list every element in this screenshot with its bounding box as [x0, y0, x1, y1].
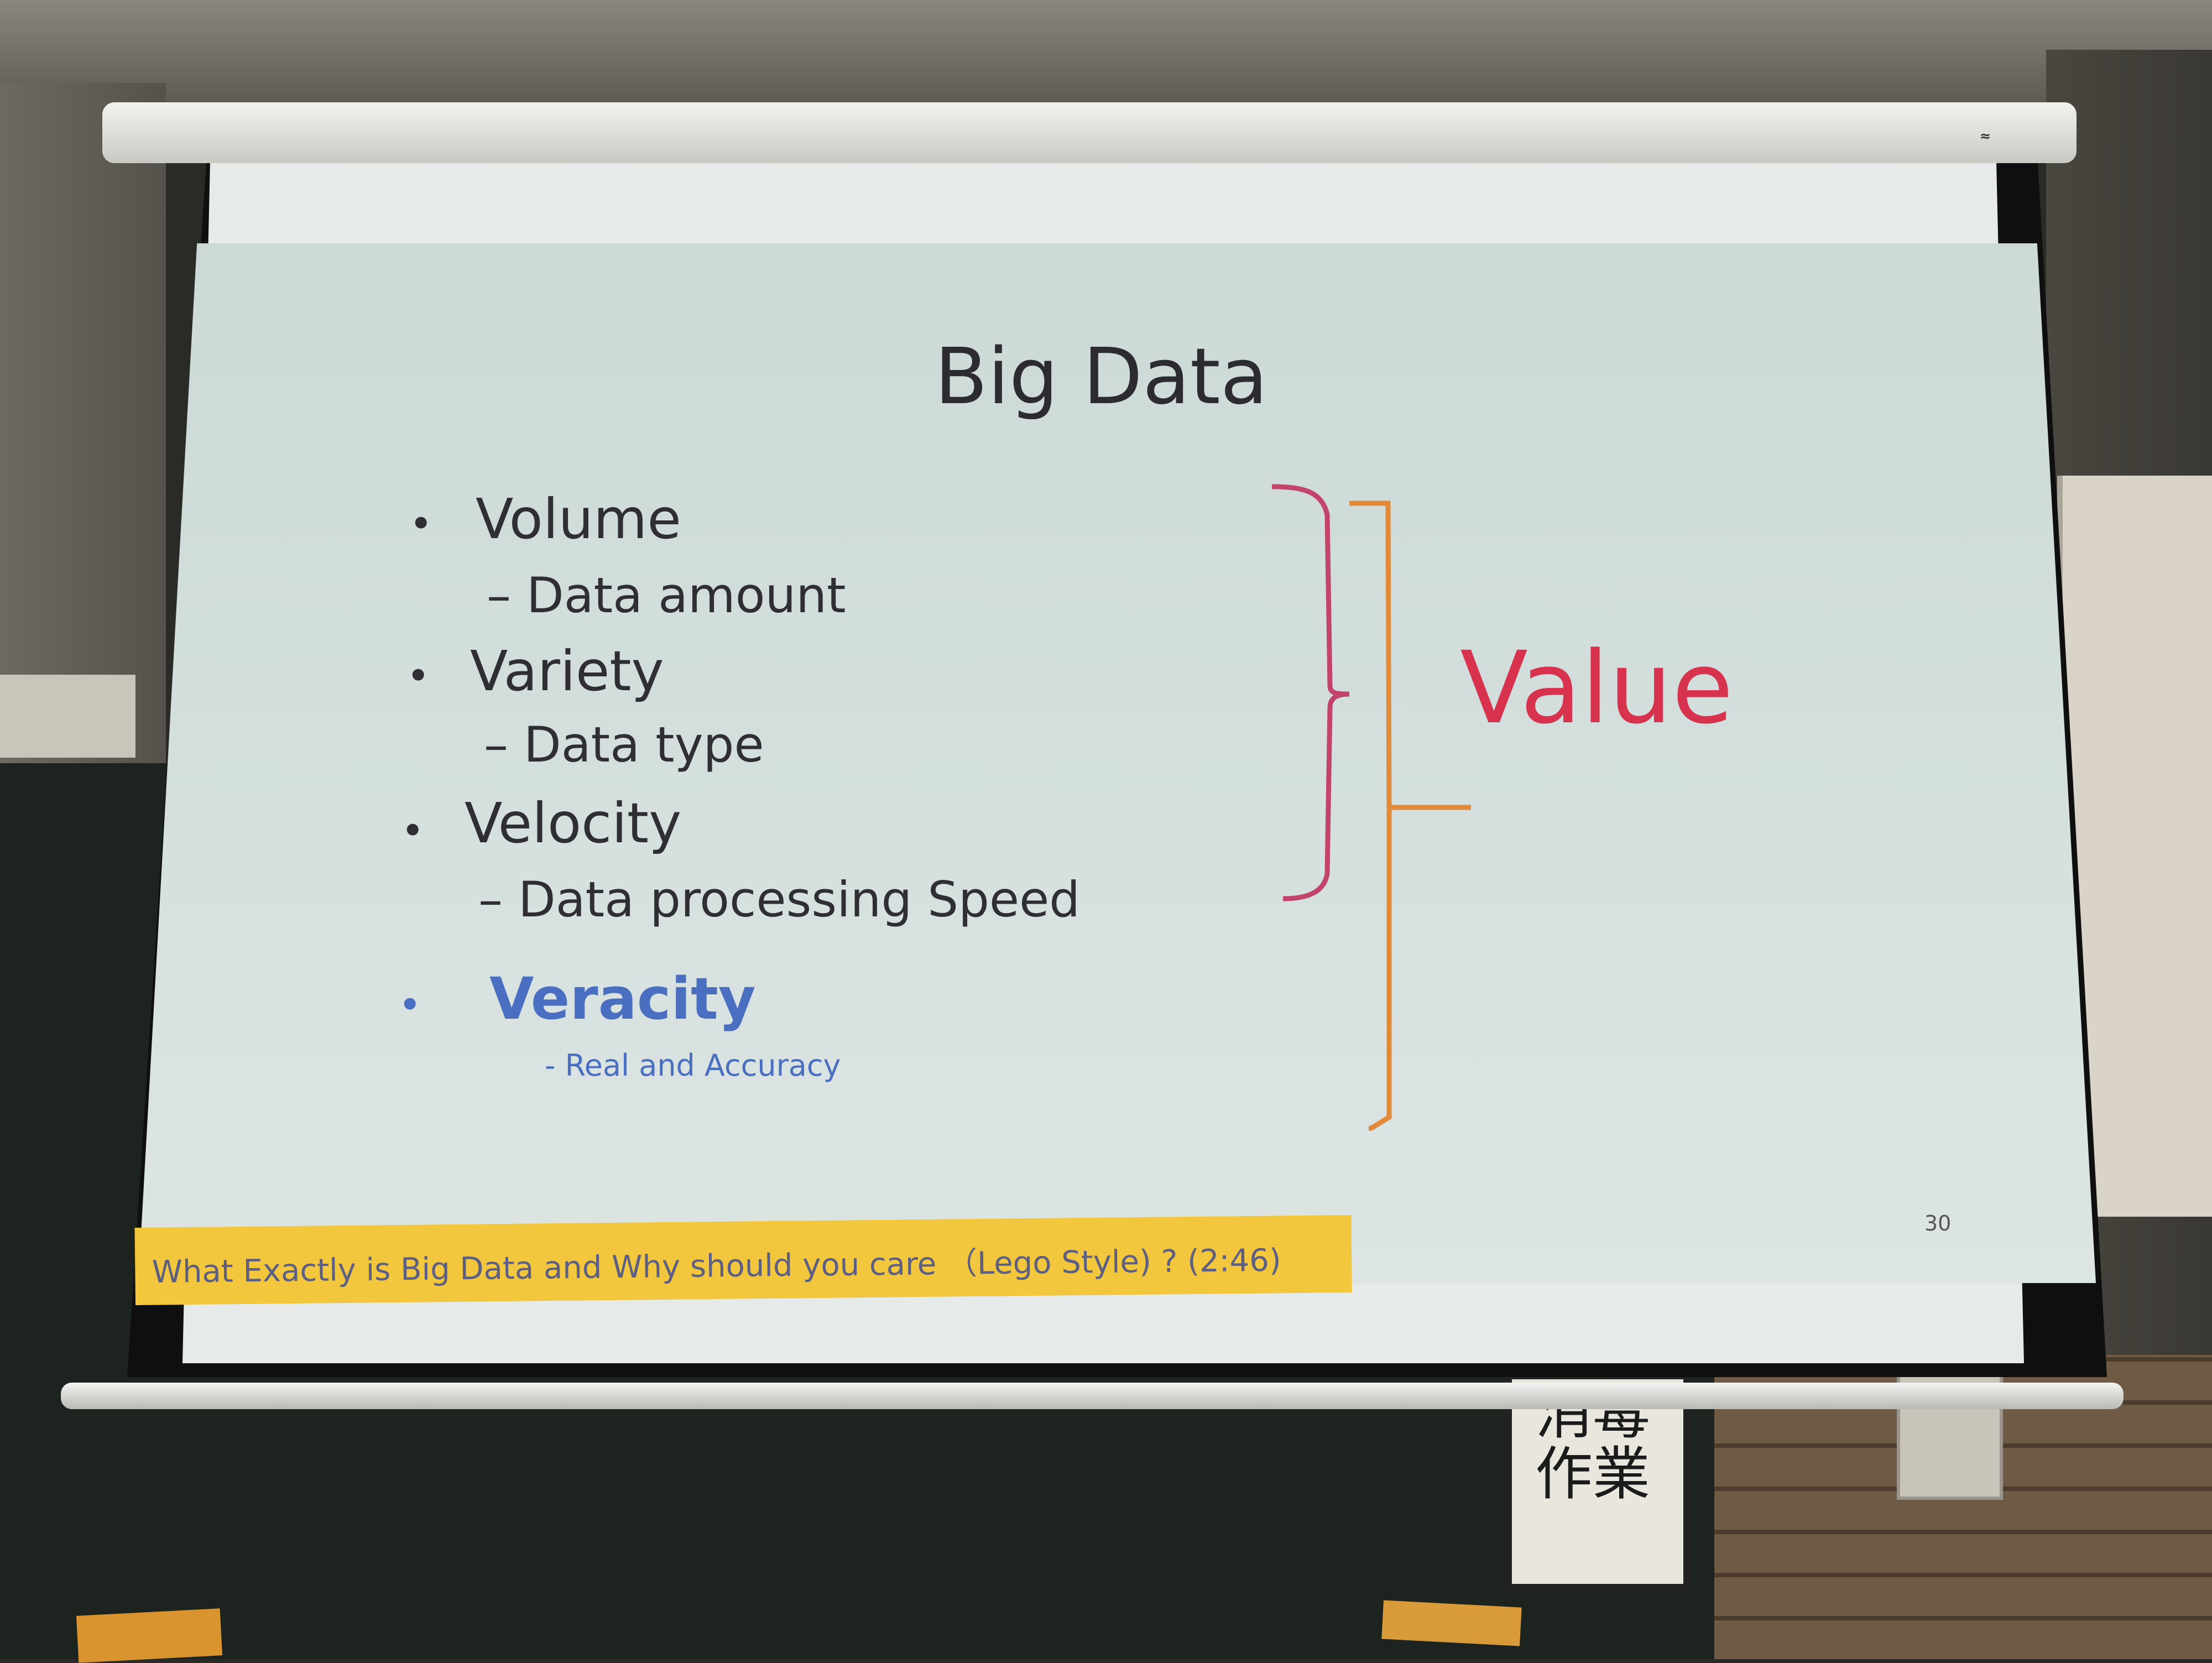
brand-logo: ≈: [1980, 128, 1991, 144]
screen-housing: [102, 102, 2077, 163]
left-wall: [0, 83, 166, 774]
left-wall-panel: [0, 675, 135, 758]
sticky-note: [1381, 1600, 1522, 1646]
bullet-dot: •: [401, 807, 425, 854]
grouping-braces: [1271, 484, 1471, 1131]
brace-orange: [1349, 501, 1471, 1131]
bullet-variety: Variety: [470, 639, 664, 703]
screen-bottom-bar: [61, 1383, 2124, 1409]
bullet-veracity: Veracity: [489, 965, 756, 1033]
slide-title: Big Data: [935, 332, 1268, 422]
sticky-note: [76, 1608, 223, 1663]
page-number: 30: [1924, 1211, 1952, 1235]
bullet-volume: Volume: [476, 487, 681, 551]
sub-volume: – Data amount: [487, 567, 846, 624]
sub-veracity: - Real and Accuracy: [545, 1048, 841, 1083]
brace-pink: [1271, 484, 1350, 901]
bullet-dot: •: [406, 653, 430, 699]
bullet-dot: •: [398, 982, 422, 1028]
ceiling: [0, 0, 2212, 105]
value-label: Value: [1460, 630, 1734, 746]
bullet-dot: •: [409, 501, 433, 547]
bullet-velocity: Velocity: [465, 791, 682, 856]
sub-velocity: – Data processing Speed: [478, 871, 1081, 928]
sub-variety: – Data type: [484, 716, 764, 773]
